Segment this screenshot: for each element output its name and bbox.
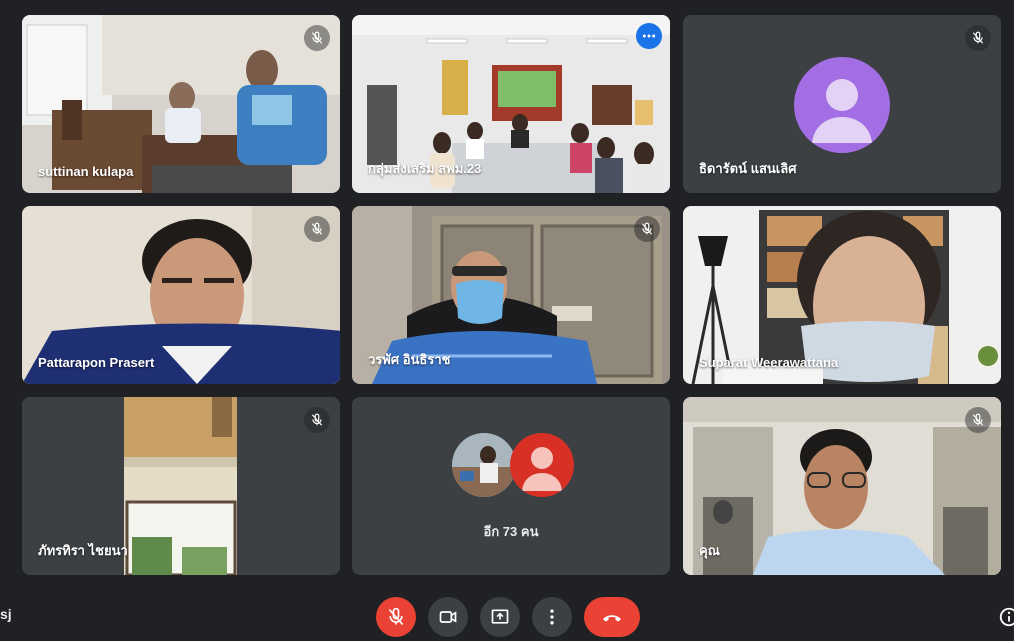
participant-tile-self[interactable]: คุณ <box>683 397 1001 575</box>
participant-name: Suparat Weerawattana <box>699 355 839 370</box>
meeting-self-label: sj <box>0 606 12 622</box>
mic-off-icon <box>388 607 404 626</box>
mic-off-icon <box>972 31 984 44</box>
mic-off-icon <box>641 222 653 235</box>
muted-indicator <box>634 216 660 242</box>
participant-name: suttinan kulapa <box>38 164 134 179</box>
participant-name: คุณ <box>699 543 720 558</box>
video-feed <box>683 397 1001 575</box>
person-icon <box>522 447 562 491</box>
camera-toggle-button[interactable] <box>428 597 468 637</box>
participant-tile-worapat[interactable]: วรพัศ อินธิราช <box>352 206 670 384</box>
mic-toggle-button[interactable] <box>376 597 416 637</box>
mic-off-icon <box>311 222 323 235</box>
muted-indicator <box>304 25 330 51</box>
participant-tile-group[interactable]: กลุ่มส่งเสริม สพม.23 <box>352 15 670 193</box>
participant-tile-suparat[interactable]: Suparat Weerawattana <box>683 206 1001 384</box>
camera-icon <box>439 611 457 623</box>
more-horiz-icon <box>642 34 656 38</box>
more-options-button[interactable] <box>532 597 572 637</box>
participant-name: ธิดารัตน์ แสนเลิศ <box>699 161 797 176</box>
more-vert-icon <box>550 609 554 625</box>
muted-indicator <box>965 25 991 51</box>
participant-tile-thidarat[interactable]: ธิดารัตน์ แสนเลิศ <box>683 15 1001 193</box>
mic-off-icon <box>311 31 323 44</box>
participant-tile-phattharathira[interactable]: ภัทรทิรา ไชยนา <box>22 397 340 575</box>
mic-off-icon <box>972 413 984 426</box>
muted-indicator <box>304 216 330 242</box>
participant-name: ภัทรทิรา ไชยนา <box>38 543 128 558</box>
avatar <box>794 57 890 153</box>
info-icon <box>999 607 1014 627</box>
avatar <box>510 433 574 497</box>
leave-call-button[interactable] <box>584 597 640 637</box>
others-count: อีก 73 คน <box>483 524 539 539</box>
mic-off-icon <box>311 413 323 426</box>
participant-name: วรพัศ อินธิราช <box>368 352 451 367</box>
participant-tile-suttinan[interactable]: suttinan kulapa <box>22 15 340 193</box>
meeting-info-button[interactable] <box>998 606 1014 628</box>
other-participants-tile[interactable]: อีก 73 คน <box>352 397 670 575</box>
participant-name: กลุ่มส่งเสริม สพม.23 <box>368 161 482 176</box>
present-screen-button[interactable] <box>480 597 520 637</box>
participant-name: Pattarapon Prasert <box>38 355 155 370</box>
tile-options-button[interactable] <box>636 23 662 49</box>
muted-indicator <box>965 407 991 433</box>
hang-up-icon <box>603 615 621 622</box>
person-icon <box>812 79 872 143</box>
avatar <box>452 433 516 497</box>
present-screen-icon <box>491 609 509 624</box>
muted-indicator <box>304 407 330 433</box>
participant-thumbnail <box>452 433 516 497</box>
participant-tile-pattarapon[interactable]: Pattarapon Prasert <box>22 206 340 384</box>
